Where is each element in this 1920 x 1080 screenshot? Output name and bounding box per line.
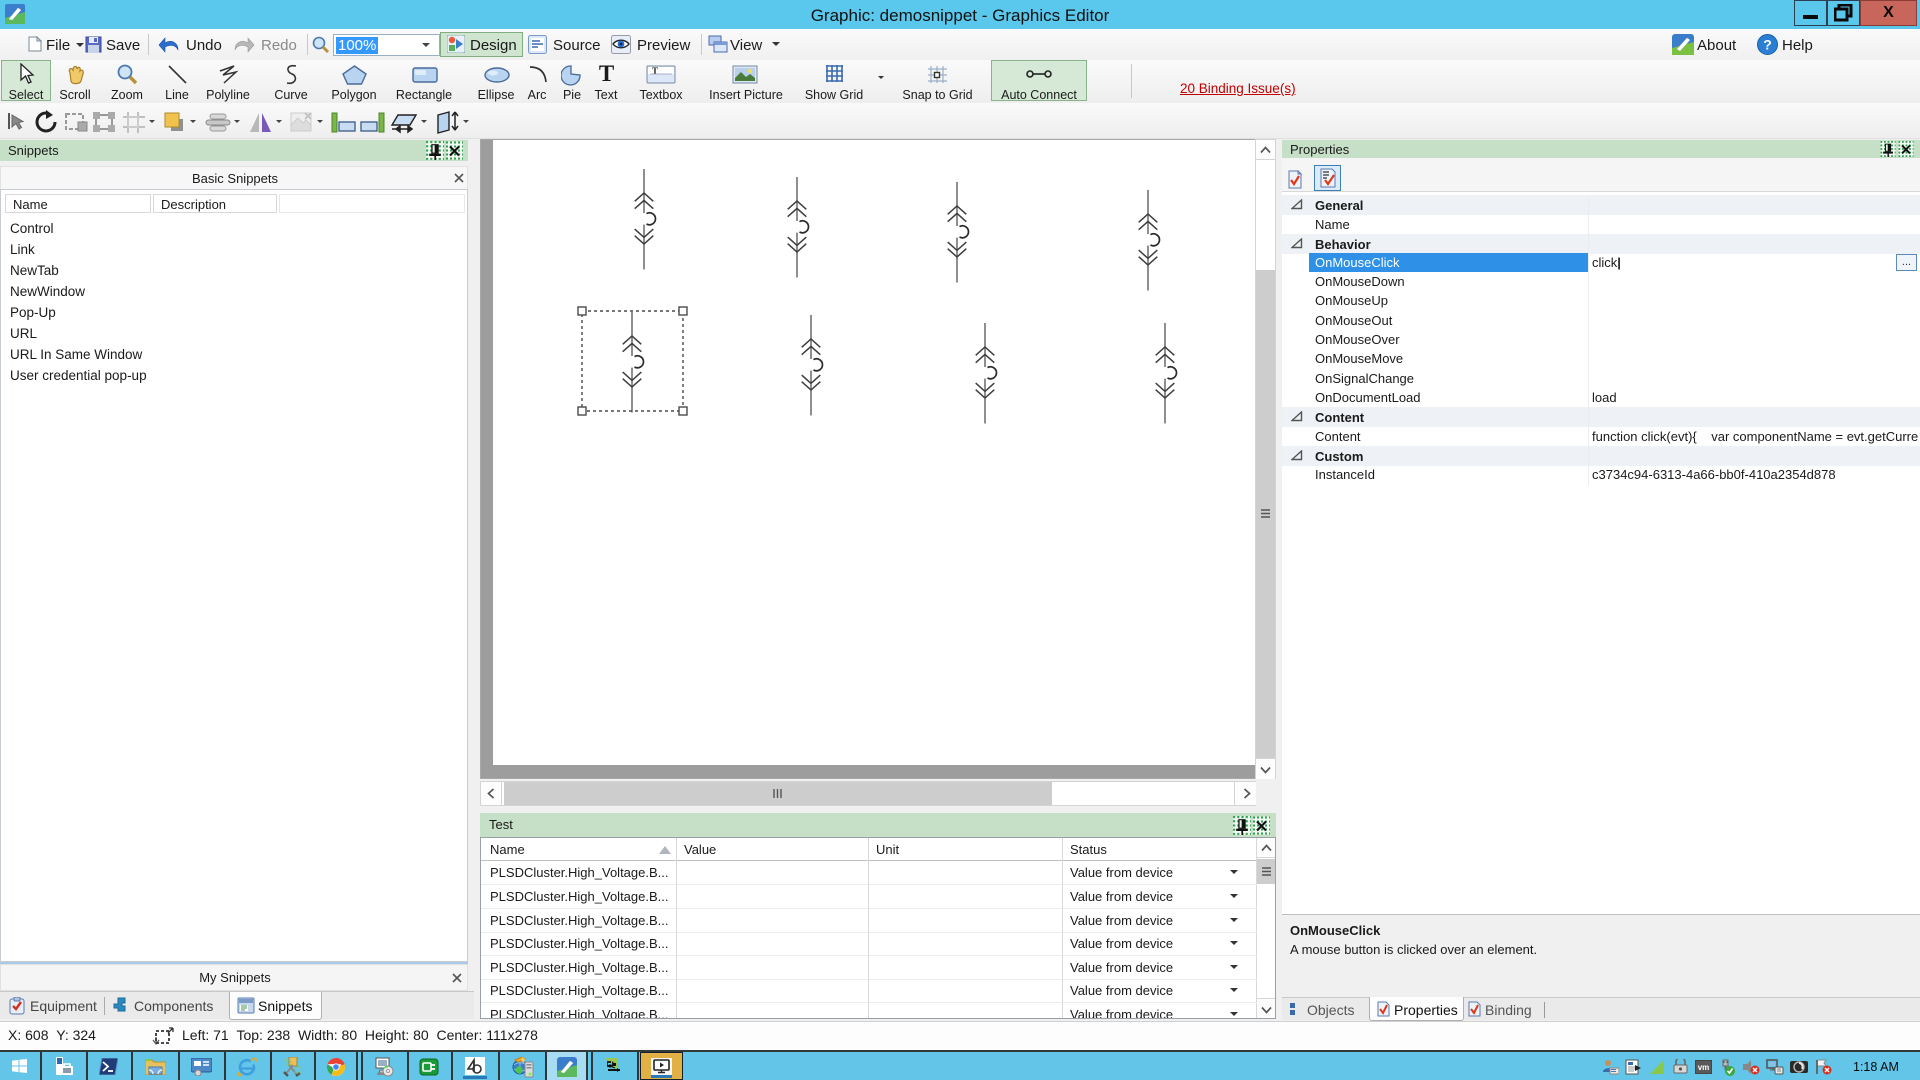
svg-text:vm: vm bbox=[1698, 1063, 1710, 1072]
svg-text:T: T bbox=[652, 66, 658, 76]
svg-text:?: ? bbox=[1763, 37, 1772, 53]
